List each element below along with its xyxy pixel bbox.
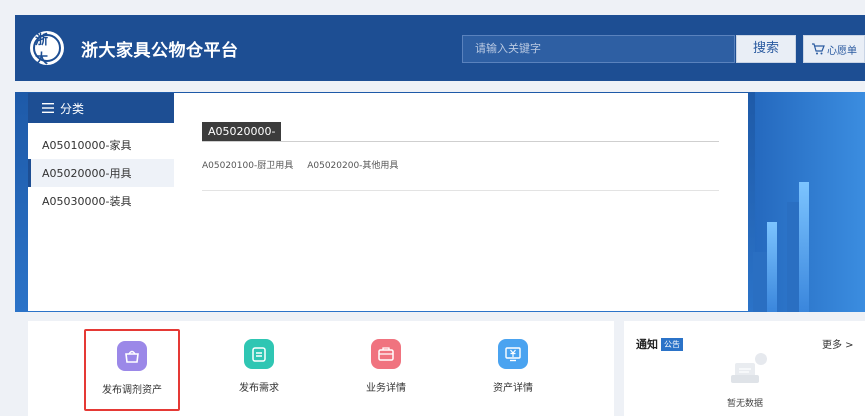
top-header: 浙大 浙大家具公物仓平台 请输入关键字 搜索 心愿单 xyxy=(15,15,865,81)
sidebar-item-utensils[interactable]: A05020000-用具 xyxy=(28,159,174,187)
more-link[interactable]: 更多 > xyxy=(822,336,854,351)
banner-decor-bar xyxy=(787,202,799,312)
cart-icon xyxy=(812,43,825,55)
action-label: 发布需求 xyxy=(239,383,279,394)
subcategory-link[interactable]: A05020100-厨卫用具 xyxy=(202,158,293,171)
category-sidebar: 分类 A05010000-家具 A05020000-用具 A05030000-装… xyxy=(28,93,174,311)
wishlist-button[interactable]: 心愿单 xyxy=(803,35,865,63)
briefcase-icon xyxy=(371,339,401,369)
logo-emblem-icon: 浙大 xyxy=(33,33,61,67)
business-details-button[interactable]: 业务详情 xyxy=(338,329,434,411)
empty-state-icon xyxy=(727,351,771,395)
site-title[interactable]: 浙大家具公物仓平台 xyxy=(81,36,239,61)
quick-actions: 发布调剂资产 发布需求 业务详情 资产详情 xyxy=(28,321,614,416)
banner-decor-bar xyxy=(753,252,767,312)
notice-title-text: 通知 xyxy=(636,338,658,351)
pot-icon xyxy=(117,341,147,371)
subcategory-panel: A05020000- A05020100-厨卫用具 A05020200-其他用具 xyxy=(174,93,748,311)
publish-asset-button[interactable]: 发布调剂资产 xyxy=(84,329,180,411)
category-header: 分类 xyxy=(28,93,174,123)
publish-demand-button[interactable]: 发布需求 xyxy=(211,329,307,411)
yuan-monitor-icon xyxy=(498,339,528,369)
category-tag[interactable]: A05020000- xyxy=(202,122,282,141)
category-heading: 分类 xyxy=(60,101,85,116)
empty-state-text: 暂无数据 xyxy=(727,399,764,409)
action-label: 业务详情 xyxy=(366,383,406,394)
action-label: 资产详情 xyxy=(493,383,533,394)
wishlist-label: 心愿单 xyxy=(827,45,857,57)
action-label: 发布调剂资产 xyxy=(102,385,162,396)
asset-details-button[interactable]: 资产详情 xyxy=(465,329,561,411)
menu-icon xyxy=(42,103,54,113)
banner-decor-bar xyxy=(799,182,809,312)
divider xyxy=(202,190,719,191)
subcategory-link[interactable]: A05020200-其他用具 xyxy=(307,158,398,171)
divider xyxy=(202,141,719,142)
notice-title: 通知 公告 xyxy=(636,336,683,352)
sidebar-item-furniture[interactable]: A05010000-家具 xyxy=(28,131,174,159)
clipboard-icon xyxy=(244,339,274,369)
search-input[interactable]: 请输入关键字 xyxy=(462,35,735,63)
university-logo[interactable]: 浙大 xyxy=(30,31,64,67)
subcategory-list: A05020100-厨卫用具 A05020200-其他用具 xyxy=(202,158,398,171)
announcement-badge: 公告 xyxy=(661,337,683,351)
notice-panel: 通知 公告 更多 > 暂无数据 xyxy=(624,321,865,416)
banner-decor-bar xyxy=(767,222,777,312)
sidebar-item-equipment[interactable]: A05030000-装具 xyxy=(28,187,174,215)
search-button[interactable]: 搜索 xyxy=(736,35,796,63)
